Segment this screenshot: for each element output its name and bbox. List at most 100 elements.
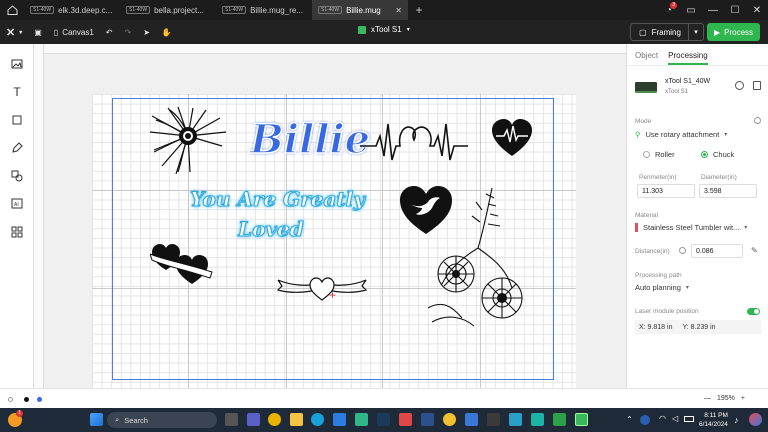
color-blue-icon[interactable] — [37, 397, 42, 402]
window-controls: ◔ 3 ▭ — ☐ ✕ — [658, 0, 768, 20]
app-icon-cyan[interactable] — [509, 413, 522, 426]
minimize-icon[interactable]: — — [702, 5, 724, 16]
battery-icon[interactable] — [684, 416, 694, 422]
edge-icon[interactable] — [311, 413, 324, 426]
volume-icon[interactable]: ◁ — [672, 414, 678, 423]
search-icon: ⌕ — [115, 415, 120, 424]
tab-elk[interactable]: S1-40W elk.3d.deep.c... — [24, 0, 120, 20]
notifications-icon[interactable]: ♪ — [734, 415, 739, 425]
floral-bouquet-design[interactable] — [422, 188, 534, 328]
canvas-area[interactable]: Billie You Are Greatly Loved + — [34, 44, 626, 388]
chevron-down-icon: ▾ — [724, 132, 728, 138]
text-tool-icon[interactable]: T — [9, 84, 25, 100]
shape-tool-icon[interactable] — [9, 112, 25, 128]
zoom-level[interactable]: 195% — [717, 395, 735, 402]
canvas-selector[interactable]: ▯ Canvas1 — [48, 28, 100, 37]
device-detail-icon[interactable] — [753, 81, 761, 90]
taskbar-clock[interactable]: 8:11 PM 6/14/2024 — [699, 411, 728, 429]
file-explorer-icon[interactable] — [290, 413, 303, 426]
camera-icon[interactable] — [487, 413, 500, 426]
xtool-icon[interactable] — [575, 413, 588, 426]
diameter-input[interactable]: 3.598 — [699, 184, 757, 198]
app-icon-green[interactable] — [355, 413, 368, 426]
chuck-radio[interactable] — [701, 151, 708, 158]
sunflower-design[interactable] — [148, 106, 228, 176]
store-icon[interactable] — [333, 413, 346, 426]
taskbar-search[interactable]: ⌕ Search — [107, 412, 217, 428]
copilot-icon[interactable] — [749, 413, 762, 426]
mail-icon[interactable] — [465, 413, 478, 426]
os-taskbar: 1 ⌕ Search ⌃ ◠ ◁ 8:11 PM 6/14/2024 ♪ — [0, 408, 768, 432]
tab-bella[interactable]: S1-40W bella.project... — [120, 0, 216, 20]
chuck-option[interactable]: Chuck — [701, 150, 734, 159]
roller-option[interactable]: Roller — [643, 150, 675, 159]
app-icon-green2[interactable] — [553, 413, 566, 426]
info-icon[interactable] — [679, 247, 686, 254]
loved-text[interactable]: Loved — [238, 217, 305, 242]
device-status-icon — [358, 25, 366, 34]
tab-billie-mug[interactable]: S1-40W Billie.mug ✕ — [312, 0, 408, 20]
pen-tool-icon[interactable] — [9, 140, 25, 156]
framing-dropdown-icon[interactable]: ▾ — [689, 28, 703, 36]
close-window-icon[interactable]: ✕ — [746, 5, 768, 16]
zoom-out-icon[interactable]: — — [704, 395, 711, 402]
settings-icon[interactable] — [735, 81, 744, 90]
material-select[interactable]: Stainless Steel Tumbler wit... ▾ — [635, 223, 747, 232]
image-tool-icon[interactable] — [9, 56, 25, 72]
elements-tool-icon[interactable] — [9, 168, 25, 184]
process-button[interactable]: ▶ Process — [707, 23, 760, 41]
svg-text:AI: AI — [14, 202, 19, 208]
edit-icon[interactable]: ✎ — [751, 246, 758, 255]
apps-tool-icon[interactable] — [9, 224, 25, 240]
processing-path-select[interactable]: Auto planning ▾ — [635, 283, 689, 292]
device-selector[interactable]: xTool S1 ▾ — [358, 25, 410, 34]
task-view-icon[interactable] — [225, 413, 238, 426]
tab-bar: S1-40W elk.3d.deep.c... S1-40W bella.pro… — [0, 0, 768, 20]
info-icon[interactable] — [754, 117, 761, 124]
zoom-in-icon[interactable]: + — [741, 395, 745, 402]
save-icon[interactable]: ▣ — [28, 28, 48, 37]
chrome-icon[interactable] — [268, 413, 281, 426]
you-are-greatly-text[interactable]: You Are Greatly — [190, 187, 366, 212]
home-icon[interactable] — [0, 0, 24, 20]
chevron-up-icon[interactable]: ⌃ — [626, 415, 633, 424]
close-icon[interactable]: ✕ — [395, 6, 402, 15]
distance-input[interactable]: 0.086 — [691, 244, 743, 258]
app-icon-tc[interactable] — [421, 413, 434, 426]
app-icon-red[interactable] — [399, 413, 412, 426]
hand-tool-icon[interactable]: ✋ — [156, 28, 178, 37]
start-icon[interactable] — [90, 413, 103, 426]
heartbeat-heart-design[interactable] — [360, 118, 468, 166]
undo-icon[interactable]: ↶ — [100, 28, 119, 37]
framing-button[interactable]: ▢ Framing ▾ — [630, 23, 704, 41]
app-icon-yellow[interactable] — [443, 413, 456, 426]
perimeter-input[interactable]: 11.303 — [637, 184, 695, 198]
tab-billie-mug-re[interactable]: S1-40W Billie.mug_re... — [216, 0, 312, 20]
material-value: Stainless Steel Tumbler wit... — [643, 223, 740, 232]
hearts-banner-design[interactable] — [150, 242, 214, 286]
color-black-icon[interactable] — [24, 397, 29, 402]
tab-badge: S1-40W — [126, 6, 151, 14]
app-icon-teal[interactable] — [531, 413, 544, 426]
tray-icon[interactable] — [640, 415, 650, 425]
select-tool-icon[interactable]: ➤ — [137, 28, 156, 37]
color-white-icon[interactable] — [8, 397, 13, 402]
teams-icon[interactable] — [247, 413, 260, 426]
tab-object[interactable]: Object — [635, 51, 658, 65]
redo-icon[interactable]: ↷ — [118, 28, 137, 37]
app-menu-button[interactable]: ✕ ▾ — [0, 26, 28, 39]
app-icon-dark[interactable] — [377, 413, 390, 426]
wifi-icon[interactable]: ◠ — [659, 414, 666, 423]
heart-ekg-design[interactable] — [490, 118, 534, 158]
heart-ribbon-design[interactable] — [276, 274, 368, 304]
ai-tool-icon[interactable]: AI — [9, 196, 25, 212]
tab-processing[interactable]: Processing — [668, 51, 708, 65]
new-tab-button[interactable]: + — [408, 0, 430, 20]
chat-icon[interactable]: ▭ — [680, 5, 702, 16]
mode-select[interactable]: ⚲ Use rotary attachment ▾ — [635, 130, 727, 139]
billie-text[interactable]: Billie — [249, 115, 371, 164]
roller-radio[interactable] — [643, 151, 650, 158]
maximize-icon[interactable]: ☐ — [724, 5, 746, 16]
laser-position-toggle[interactable] — [747, 308, 760, 315]
user-icon[interactable]: ◔ 3 — [658, 1, 680, 16]
